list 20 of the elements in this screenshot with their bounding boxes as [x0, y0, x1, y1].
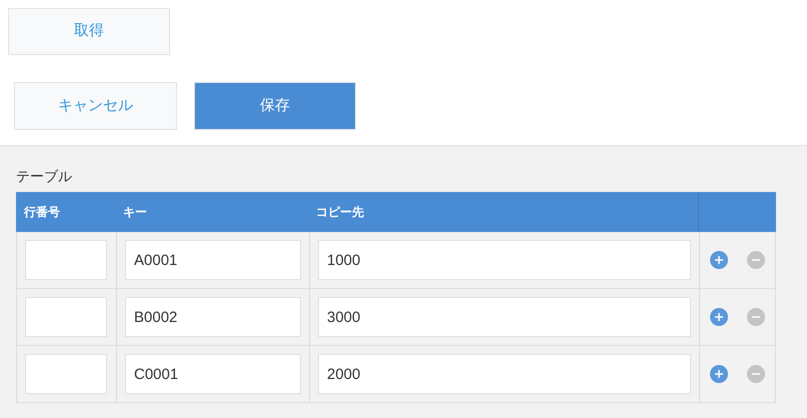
table-title: テーブル [16, 167, 73, 186]
save-button[interactable]: 保存 [194, 82, 356, 130]
text-field[interactable]: C0001 [125, 354, 301, 394]
plus-icon [714, 369, 724, 379]
text-field[interactable] [25, 240, 107, 280]
text-field[interactable]: 3000 [318, 297, 691, 337]
add-row-button[interactable] [710, 251, 728, 269]
column-header: 行番号 [24, 204, 60, 221]
add-row-button[interactable] [710, 308, 728, 326]
add-row-button[interactable] [710, 365, 728, 383]
text-field[interactable]: B0002 [125, 297, 301, 337]
plus-icon [714, 312, 724, 322]
text-field[interactable]: 1000 [318, 240, 691, 280]
column-header: コピー先 [316, 204, 364, 221]
text-field[interactable] [25, 354, 107, 394]
plus-icon [714, 255, 724, 265]
text-field[interactable]: 2000 [318, 354, 691, 394]
column-header: キー [123, 204, 147, 221]
text-field[interactable]: A0001 [125, 240, 301, 280]
text-field[interactable] [25, 297, 107, 337]
